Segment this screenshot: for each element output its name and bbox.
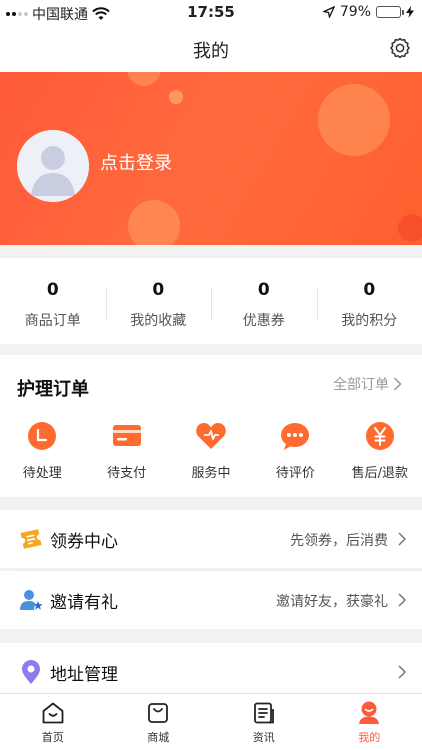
tab-label: 首页 — [41, 731, 64, 744]
stat-favorites[interactable]: 0 我的收藏 — [105, 258, 212, 344]
comment-icon — [281, 423, 310, 450]
stat-value: 0 — [257, 280, 270, 300]
status-right: 79% — [322, 4, 414, 20]
order-status-row: 待处理 待支付 服务中 待评价 售后/退款 — [0, 419, 422, 481]
all-orders-link[interactable]: 全部订单 — [333, 374, 402, 394]
profile-banner[interactable]: 点击登录 — [0, 72, 422, 245]
default-avatar-icon — [17, 130, 89, 202]
avatar[interactable] — [17, 130, 89, 202]
profile-icon — [359, 701, 380, 724]
section-title: 护理订单 — [17, 379, 89, 400]
stat-label: 优惠券 — [242, 313, 285, 329]
location-arrow-icon — [322, 6, 335, 18]
battery-percent: 79% — [339, 4, 371, 20]
tab-home[interactable]: 首页 — [0, 694, 106, 750]
decor-bubble — [128, 200, 180, 245]
charging-bolt-icon — [406, 6, 414, 18]
stats-panel: 0 商品订单 0 我的收藏 0 优惠券 0 我的积分 — [0, 258, 422, 344]
pending-icon — [28, 422, 57, 450]
location-pin-icon — [22, 660, 40, 684]
tab-news[interactable]: 资讯 — [211, 694, 317, 750]
decor-bubble — [318, 84, 390, 156]
nav-bar: 我的 — [0, 24, 422, 72]
card-icon — [112, 425, 141, 446]
order-status-label: 服务中 — [191, 466, 231, 481]
stat-points[interactable]: 0 我的积分 — [316, 258, 422, 344]
row-label: 领券中心 — [50, 532, 118, 552]
status-bar: 中国联通 17:55 79% — [0, 0, 422, 24]
stat-value: 0 — [152, 280, 165, 300]
chevron-right-icon — [398, 665, 407, 679]
tab-mine[interactable]: 我的 — [317, 694, 422, 750]
row-hint: 邀请好友，获豪礼 — [276, 594, 388, 610]
home-icon — [42, 702, 64, 724]
yen-icon — [365, 422, 394, 450]
tab-label: 商城 — [147, 731, 170, 744]
order-status-in-service[interactable]: 服务中 — [169, 419, 253, 481]
stat-label: 我的积分 — [341, 313, 398, 329]
order-status-label: 待评价 — [275, 466, 315, 481]
battery-icon — [376, 6, 404, 18]
chevron-right-icon — [393, 377, 402, 391]
order-status-label: 待支付 — [107, 466, 147, 481]
tab-label: 资讯 — [252, 731, 275, 744]
row-hint: 先领券，后消费 — [290, 533, 388, 549]
order-status-unpaid[interactable]: 待支付 — [84, 419, 168, 481]
page-title: 我的 — [193, 41, 229, 62]
decor-bubble — [127, 72, 161, 86]
invite-user-icon — [20, 590, 43, 610]
order-status-label: 售后/退款 — [351, 466, 409, 481]
heart-icon — [196, 423, 226, 449]
login-link[interactable]: 点击登录 — [100, 149, 172, 175]
stat-value: 0 — [46, 280, 59, 300]
all-orders-label: 全部订单 — [333, 377, 389, 393]
tab-label: 我的 — [358, 731, 381, 744]
stat-label: 我的收藏 — [130, 313, 187, 329]
row-label: 邀请有礼 — [50, 593, 118, 613]
chevron-right-icon — [398, 593, 407, 607]
screen: 中国联通 17:55 79% 我的 点击登录 0 商品订单 0 我的收藏 0 优… — [0, 0, 422, 750]
stat-product-orders[interactable]: 0 商品订单 — [0, 258, 106, 344]
tab-bar: 首页 商城 资讯 我的 — [0, 693, 422, 750]
invite-row[interactable]: 邀请有礼 邀请好友，获豪礼 — [0, 571, 422, 629]
chevron-right-icon — [398, 532, 407, 546]
shopping-bag-icon — [148, 703, 169, 723]
care-orders-section: 护理订单 全部订单 待处理 待支付 服务中 待评价 售后/退款 — [0, 355, 422, 497]
coupon-center-row[interactable]: 领券中心 先领券，后消费 — [0, 510, 422, 568]
row-label: 地址管理 — [50, 665, 118, 685]
order-status-label: 待处理 — [22, 466, 62, 481]
decor-bubble — [169, 90, 183, 104]
stat-value: 0 — [363, 280, 376, 300]
order-status-refund[interactable]: 售后/退款 — [338, 419, 422, 481]
gear-icon[interactable] — [388, 36, 412, 60]
order-status-pending[interactable]: 待处理 — [0, 419, 84, 481]
news-icon — [253, 702, 274, 724]
decor-bubble — [398, 214, 422, 242]
stat-coupons[interactable]: 0 优惠券 — [211, 258, 317, 344]
tab-mall[interactable]: 商城 — [106, 694, 212, 750]
coupon-ticket-icon — [20, 529, 42, 549]
stat-label: 商品订单 — [24, 313, 81, 329]
order-status-to-review[interactable]: 待评价 — [253, 419, 337, 481]
